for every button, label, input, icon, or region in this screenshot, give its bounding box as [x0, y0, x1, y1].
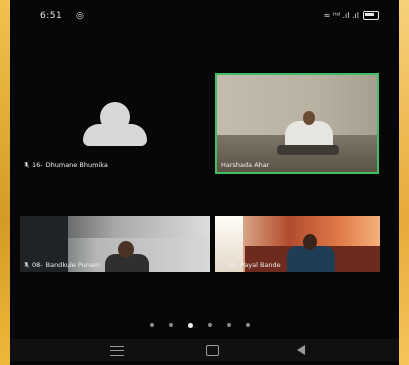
status-bar: 6:51 ◎ ≈ ᴴᵈ .ıl .ıl	[10, 8, 399, 26]
participant-video-legs	[277, 145, 339, 155]
mic-muted-icon	[24, 261, 29, 268]
navigation-bar	[10, 339, 399, 361]
participant-label: 16- Dhumane Bhumika	[24, 161, 108, 169]
participant-name: Harshada Ahar	[221, 161, 270, 169]
page-dot[interactable]	[246, 323, 250, 327]
back-icon[interactable]	[297, 345, 305, 355]
page-indicator[interactable]	[150, 322, 250, 328]
page-dot[interactable]	[169, 323, 173, 327]
page-dot-active[interactable]	[188, 322, 193, 328]
participant-tile-1[interactable]: 16- Dhumane Bhumika	[20, 72, 210, 172]
page-dot[interactable]	[150, 323, 154, 327]
participant-label: Harshada Ahar	[221, 161, 269, 169]
participant-tile-3[interactable]: 08- Bandkule Punam	[20, 216, 210, 272]
participant-video-head	[118, 241, 134, 258]
battery-icon	[363, 11, 379, 20]
status-indicators: ≈ ᴴᵈ .ıl .ıl	[324, 11, 379, 20]
mic-muted-icon	[219, 261, 224, 268]
participant-video-head	[303, 234, 317, 250]
page-dot[interactable]	[227, 323, 231, 327]
avatar-placeholder-body	[83, 124, 147, 146]
phone-screen: 6:51 ◎ ≈ ᴴᵈ .ıl .ıl 16- Dhumane Bhumika H…	[10, 0, 399, 365]
participant-name: Dhumane Bhumika	[45, 161, 108, 169]
participant-label: 08- Bandkule Punam	[24, 261, 100, 269]
participant-label: 09- Payal Bande	[219, 261, 281, 269]
participant-prefix: 08-	[32, 261, 43, 269]
menu-icon[interactable]	[110, 346, 124, 356]
background-strip-left	[0, 0, 10, 365]
participant-prefix: 16-	[32, 161, 43, 169]
whatsapp-icon: ◎	[76, 11, 84, 21]
participant-prefix: 09-	[227, 261, 238, 269]
participant-tile-4[interactable]: 09- Payal Bande	[215, 216, 380, 272]
participant-video-head	[303, 111, 315, 125]
home-icon[interactable]	[206, 345, 219, 356]
participant-tile-2[interactable]: Harshada Ahar	[215, 73, 379, 174]
participant-name: Bandkule Punam	[45, 261, 101, 269]
background-strip-right	[399, 0, 409, 365]
page-dot[interactable]	[208, 323, 212, 327]
status-time: 6:51	[40, 11, 63, 21]
participant-name: Payal Bande	[240, 261, 281, 269]
signal-wifi-text: ≈ ᴴᵈ .ıl .ıl	[323, 11, 359, 20]
mic-muted-icon	[24, 161, 29, 168]
